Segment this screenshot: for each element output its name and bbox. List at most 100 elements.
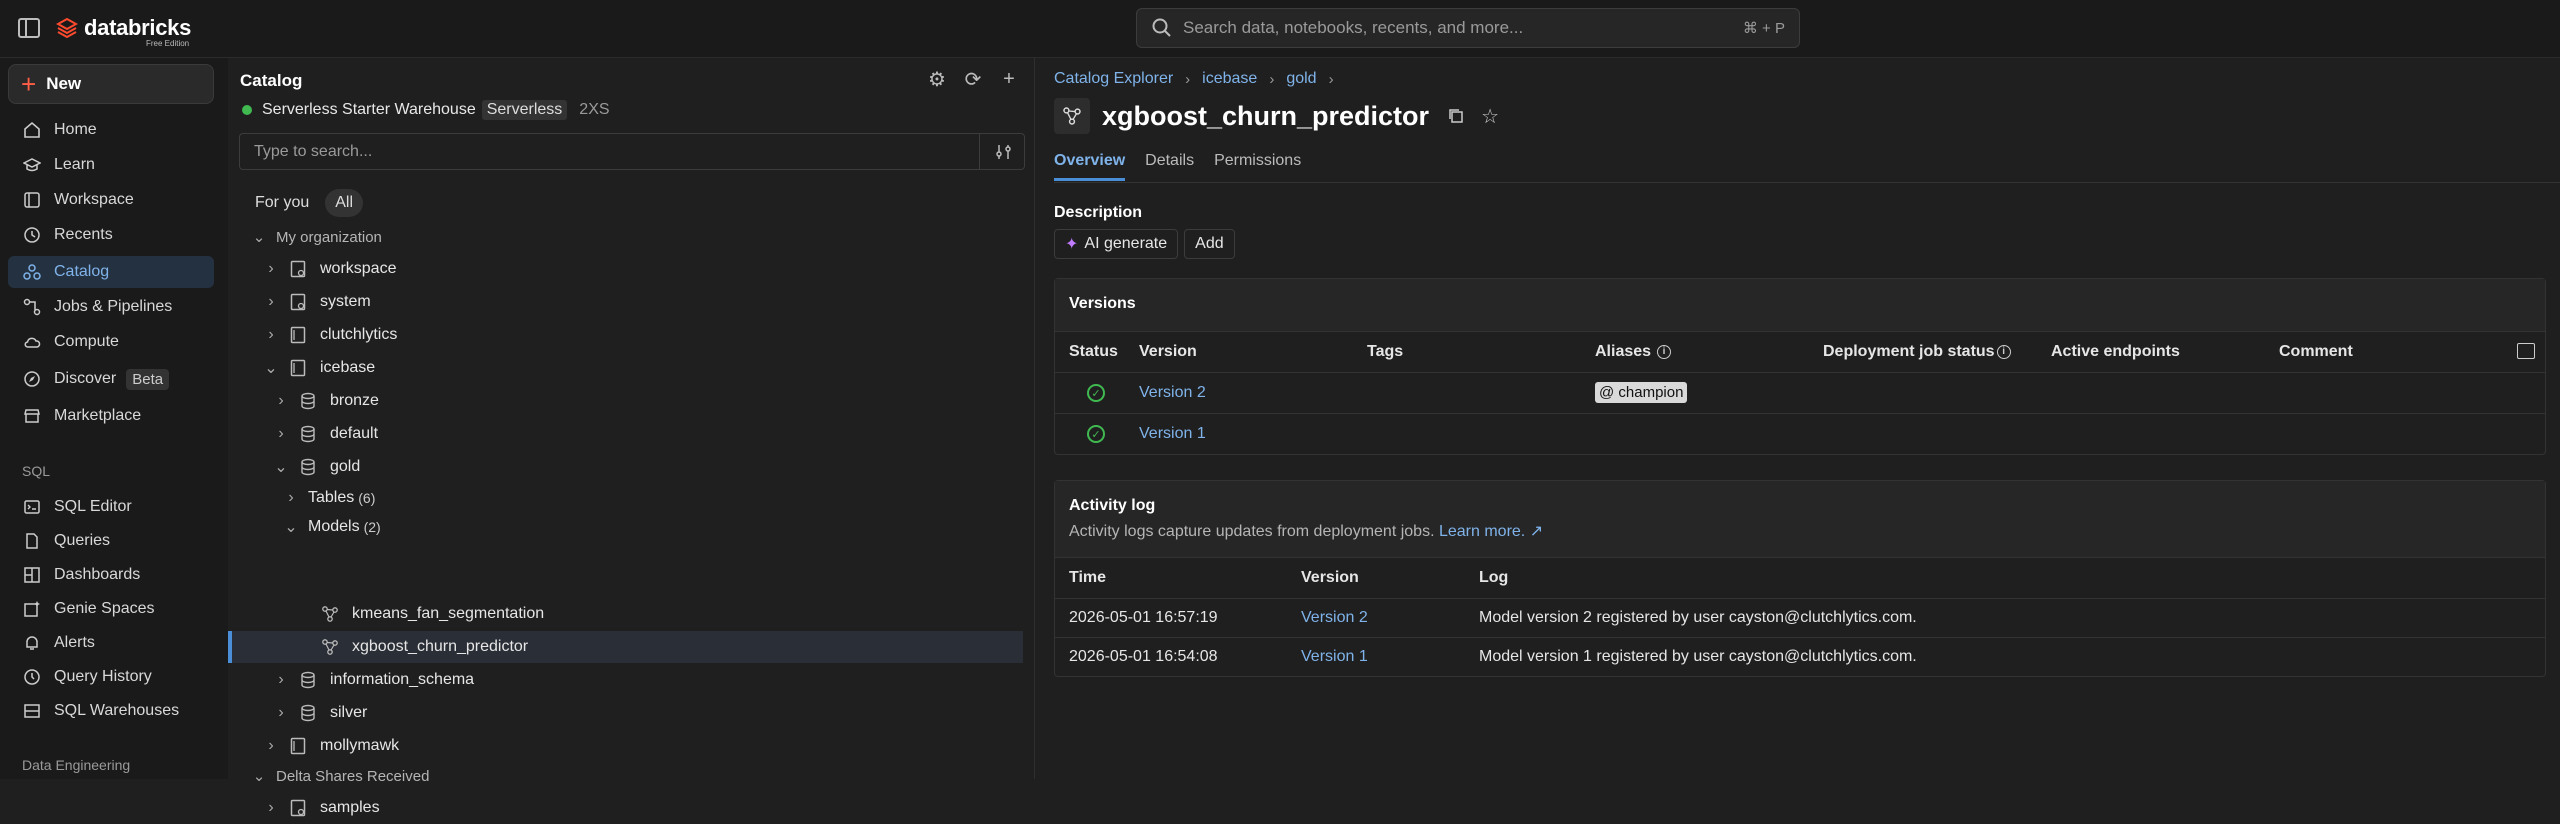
sidebar-item-compute[interactable]: Compute: [8, 326, 214, 358]
versions-card: Versions Status Version Tags Aliases i De…: [1054, 278, 2546, 455]
tab-overview[interactable]: Overview: [1054, 152, 1126, 181]
tree-item-system[interactable]: › system: [228, 286, 1023, 318]
col-active-endpoints: Active endpoints: [2051, 343, 2180, 360]
schema-icon: [298, 670, 318, 690]
catalog-icon: [288, 292, 308, 312]
tree-group-my-organization[interactable]: ⌄ My organization: [228, 221, 1023, 253]
sidebar-item-learn[interactable]: Learn: [8, 149, 214, 181]
sidebar-item-catalog[interactable]: Catalog: [8, 256, 214, 288]
chevron-right-icon: ›: [268, 260, 274, 277]
tree-item-icebase[interactable]: ⌄ icebase: [228, 352, 1023, 384]
tree-item-kmeans[interactable]: kmeans_fan_segmentation: [228, 598, 1023, 630]
learn-more-link[interactable]: Learn more.: [1439, 523, 1525, 540]
breadcrumb-catalog-explorer[interactable]: Catalog Explorer: [1054, 70, 1173, 88]
schema-icon: [298, 424, 318, 444]
sidebar-item-home[interactable]: Home: [8, 114, 214, 146]
tree-item-xgboost[interactable]: xgboost_churn_predictor: [228, 631, 1023, 663]
refresh-icon[interactable]: ⟳: [962, 68, 984, 91]
copy-icon[interactable]: [1445, 105, 1467, 127]
pill-for-you[interactable]: For you: [245, 189, 319, 217]
sidebar-item-sql-warehouses[interactable]: SQL Warehouses: [8, 695, 214, 727]
version-link[interactable]: Version 2: [1301, 609, 1479, 627]
tree-item-workspace[interactable]: › workspace: [228, 253, 1023, 285]
schema-icon: [298, 457, 318, 477]
columns-icon[interactable]: [2517, 343, 2535, 359]
tree-item-tables-folder[interactable]: › Tables (6): [228, 482, 1023, 514]
tree-item-mollymawk[interactable]: › mollymawk: [228, 730, 1023, 762]
star-icon[interactable]: ☆: [1479, 105, 1501, 128]
plus-icon: +: [21, 69, 37, 99]
ai-generate-button[interactable]: ✦ AI generate: [1054, 229, 1179, 259]
tab-permissions[interactable]: Permissions: [1214, 152, 1301, 181]
chevron-right-icon: ›: [1185, 70, 1191, 88]
warehouse-selector[interactable]: Serverless Starter Warehouse Serverless …: [242, 100, 610, 120]
global-search[interactable]: Search data, notebooks, recents, and mor…: [1136, 8, 1800, 48]
sidebar-item-label: SQL Warehouses: [54, 702, 180, 719]
col-version: Version: [1301, 569, 1359, 586]
table-row: 2026-05-01 16:54:08 Version 1 Model vers…: [1055, 637, 2545, 676]
sidebar-item-label: Marketplace: [54, 407, 142, 424]
sidebar-item-queries[interactable]: Queries: [8, 525, 214, 557]
tree-label: Models: [308, 518, 360, 535]
schema-icon: [298, 391, 318, 411]
bell-icon: [22, 633, 42, 653]
store-icon: [22, 406, 42, 426]
info-icon[interactable]: i: [1657, 344, 1672, 359]
tree-item-default[interactable]: › default: [228, 418, 1023, 450]
sidebar-item-alerts[interactable]: Alerts: [8, 627, 214, 659]
chevron-down-icon: ⌄: [274, 459, 288, 476]
gear-icon[interactable]: ⚙: [926, 68, 948, 91]
breadcrumb: Catalog Explorer › icebase › gold ›: [1054, 70, 1346, 88]
top-bar: databricks Free Edition Search data, not…: [0, 0, 2560, 58]
sidebar-item-dashboards[interactable]: Dashboards: [8, 559, 214, 591]
pill-all[interactable]: All: [325, 189, 364, 217]
sidebar-item-label: Alerts: [54, 634, 95, 651]
tree-item-gold[interactable]: ⌄ gold: [228, 451, 1023, 483]
tree-label: My organization: [276, 228, 382, 246]
queries-icon: [22, 531, 42, 551]
version-link[interactable]: Version 1: [1301, 648, 1479, 666]
version-link[interactable]: Version 1: [1139, 425, 1367, 443]
model-icon: [320, 637, 340, 657]
warehouse-icon: [22, 701, 42, 721]
tree-group-delta-shares[interactable]: ⌄ Delta Shares Received: [228, 760, 1023, 792]
sidebar-toggle-icon[interactable]: [18, 18, 40, 38]
chevron-down-icon: ⌄: [252, 768, 266, 785]
sidebar-item-query-history[interactable]: Query History: [8, 661, 214, 693]
versions-header-row: Status Version Tags Aliases i Deployment …: [1055, 331, 2545, 372]
beta-badge: Beta: [126, 368, 170, 390]
aliases-cell: @ champion: [1595, 382, 1823, 403]
sidebar-item-recents[interactable]: Recents: [8, 219, 214, 251]
tree-item-silver[interactable]: › silver: [228, 697, 1023, 729]
sidebar-item-genie[interactable]: Genie Spaces: [8, 593, 214, 625]
sidebar-item-discover[interactable]: Discover Beta: [8, 363, 214, 395]
table-row[interactable]: ✓ Version 1: [1055, 413, 2545, 454]
new-button[interactable]: + New: [8, 64, 214, 104]
tree-item-samples[interactable]: › samples: [228, 792, 1023, 824]
breadcrumb-gold[interactable]: gold: [1286, 70, 1316, 88]
catalog-search-input[interactable]: [240, 134, 980, 169]
tree-item-clutchlytics[interactable]: › clutchlytics: [228, 319, 1023, 351]
sidebar-item-label: Genie Spaces: [54, 600, 155, 617]
table-row[interactable]: ✓ Version 2 @ champion: [1055, 372, 2545, 413]
sidebar-item-jobs[interactable]: Jobs & Pipelines: [8, 291, 214, 323]
version-link[interactable]: Version 2: [1139, 384, 1367, 402]
filter-icon[interactable]: [994, 142, 1014, 162]
tree-item-information-schema[interactable]: › information_schema: [228, 664, 1023, 696]
tree-label: Tables: [308, 489, 355, 506]
status-cell: ✓: [1069, 425, 1139, 443]
sidebar-item-workspace[interactable]: Workspace: [8, 184, 214, 216]
tab-details[interactable]: Details: [1145, 152, 1194, 181]
sidebar-item-marketplace[interactable]: Marketplace: [8, 400, 214, 432]
info-icon[interactable]: i: [1996, 344, 2011, 359]
add-icon[interactable]: +: [998, 68, 1020, 90]
col-tags: Tags: [1367, 343, 1404, 360]
add-description-button[interactable]: Add: [1184, 229, 1235, 259]
tree-item-models-folder[interactable]: ⌄ Models (2): [228, 511, 1023, 543]
tree-item-bronze[interactable]: › bronze: [228, 385, 1023, 417]
databricks-logo[interactable]: databricks Free Edition: [56, 15, 191, 48]
catalog-icon: [288, 736, 308, 756]
sidebar-item-sql-editor[interactable]: SQL Editor: [8, 491, 214, 523]
breadcrumb-icebase[interactable]: icebase: [1202, 70, 1257, 88]
catalog-icon: [288, 259, 308, 279]
